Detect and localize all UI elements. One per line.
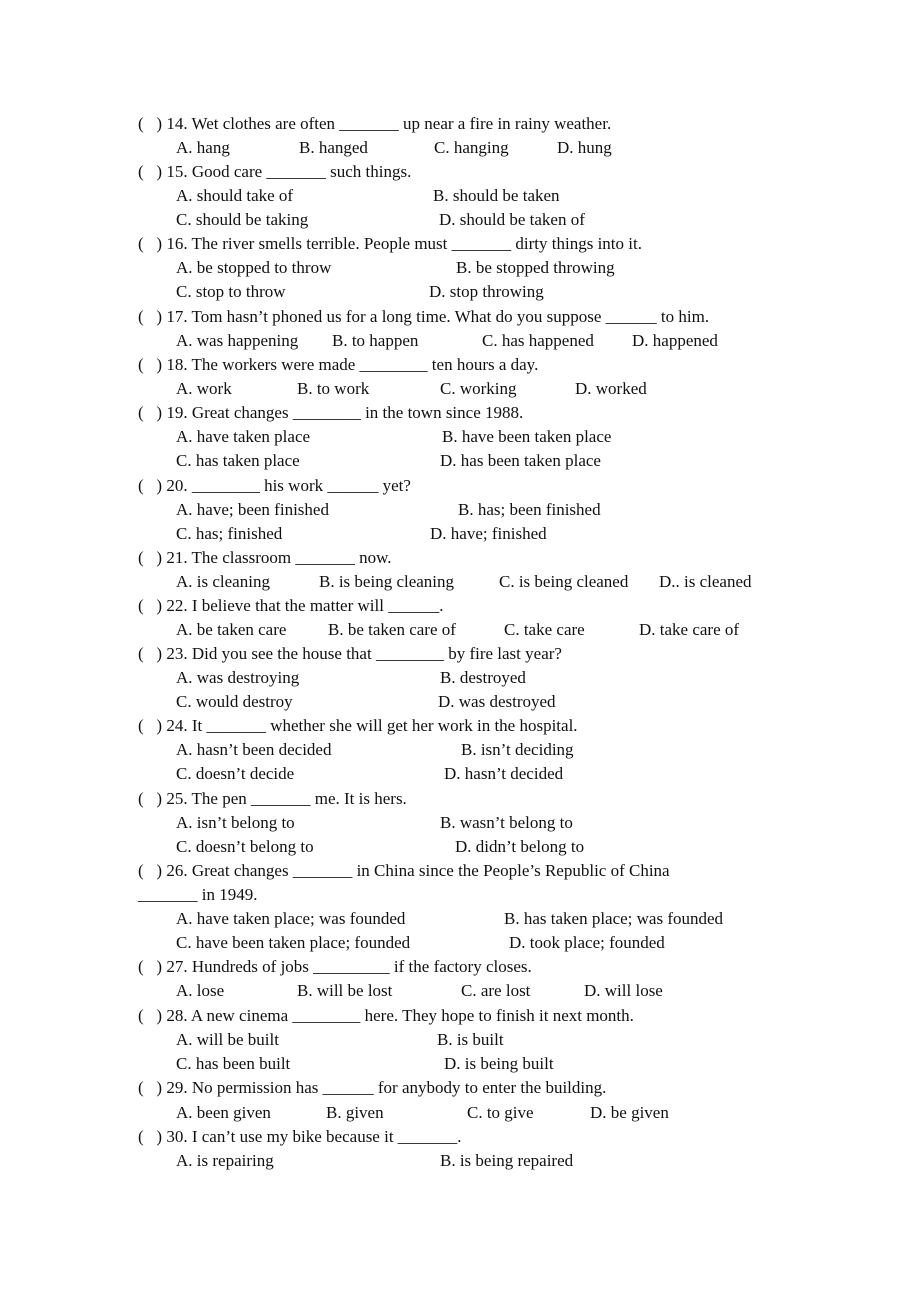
question-15-option-b: B. should be taken (433, 186, 560, 205)
question-15-stem: ( ) 15. Good care _______ such things. (138, 162, 412, 181)
question-24-option-d: D. hasn’t decided (444, 764, 564, 783)
question-17-option-d: D. happened (632, 331, 718, 350)
question-24-option-c: C. doesn’t decide (176, 764, 295, 783)
question-14-stem: ( ) 14. Wet clothes are often _______ up… (138, 114, 612, 133)
question-24-option-b: B. isn’t deciding (461, 740, 574, 759)
question-22-option-b: B. be taken care of (328, 620, 456, 639)
question-18-option-c: C. working (440, 379, 517, 398)
question-18-option-a: A. work (176, 379, 232, 398)
question-18-stem: ( ) 18. The workers were made ________ t… (138, 355, 539, 374)
question-21-option-c: C. is being cleaned (499, 572, 629, 591)
question-22-option-a: A. be taken care (176, 620, 287, 639)
question-25-option-d: D. didn’t belong to (455, 837, 585, 856)
question-26-option-a: A. have taken place; was founded (176, 909, 406, 928)
question-15-option-c: C. should be taking (176, 210, 309, 229)
question-29-option-d: D. be given (590, 1103, 669, 1122)
question-30-option-a: A. is repairing (176, 1151, 274, 1170)
question-16-option-a: A. be stopped to throw (176, 258, 332, 277)
question-15-option-a: A. should take of (176, 186, 294, 205)
question-16-stem: ( ) 16. The river smells terrible. Peopl… (138, 234, 642, 253)
question-20-option-b: B. has; been finished (458, 500, 601, 519)
question-28-option-d: D. is being built (444, 1054, 554, 1073)
question-22-option-d: D. take care of (639, 620, 740, 639)
question-17-option-b: B. to happen (332, 331, 419, 350)
question-16-option-b: B. be stopped throwing (456, 258, 615, 277)
question-27-option-a: A. lose (176, 981, 225, 1000)
question-19-stem: ( ) 19. Great changes ________ in the to… (138, 403, 524, 422)
question-25-stem: ( ) 25. The pen _______ me. It is hers. (138, 789, 407, 808)
question-22-option-c: C. take care (504, 620, 585, 639)
question-25-option-a: A. isn’t belong to (176, 813, 295, 832)
question-18-option-b: B. to work (297, 379, 370, 398)
question-19-option-d: D. has been taken place (440, 451, 601, 470)
question-29-option-a: A. been given (176, 1103, 271, 1122)
question-15-option-d: D. should be taken of (439, 210, 585, 229)
question-21-option-b: B. is being cleaning (319, 572, 455, 591)
question-20-option-c: C. has; finished (176, 524, 283, 543)
question-26-option-d: D. took place; founded (509, 933, 665, 952)
question-30-stem: ( ) 30. I can’t use my bike because it _… (138, 1127, 462, 1146)
question-29-option-b: B. given (326, 1103, 384, 1122)
question-26-option-c: C. have been taken place; founded (176, 933, 411, 952)
question-14-option-a: A. hang (176, 138, 230, 157)
question-26-option-b: B. has taken place; was founded (504, 909, 724, 928)
question-30-option-b: B. is being repaired (440, 1151, 574, 1170)
question-28-stem: ( ) 28. A new cinema ________ here. They… (138, 1006, 634, 1025)
question-29-option-c: C. to give (467, 1103, 534, 1122)
question-17-stem: ( ) 17. Tom hasn’t phoned us for a long … (138, 307, 710, 326)
question-27-stem: ( ) 27. Hundreds of jobs _________ if th… (138, 957, 532, 976)
question-25-option-b: B. wasn’t belong to (440, 813, 573, 832)
question-21-option-d: D.. is cleaned (659, 572, 752, 591)
question-19-option-b: B. have been taken place (442, 427, 612, 446)
question-29-stem: ( ) 29. No permission has ______ for any… (138, 1078, 607, 1097)
question-21-stem: ( ) 21. The classroom _______ now. (138, 548, 392, 567)
question-14-option-c: C. hanging (434, 138, 509, 157)
question-21-option-a: A. is cleaning (176, 572, 270, 591)
question-24-stem: ( ) 24. It _______ whether she will get … (138, 716, 578, 735)
question-22-stem: ( ) 22. I believe that the matter will _… (138, 596, 444, 615)
question-16-option-d: D. stop throwing (429, 282, 544, 301)
question-23-stem: ( ) 23. Did you see the house that _____… (138, 644, 562, 663)
question-27-option-c: C. are lost (461, 981, 531, 1000)
question-16-option-c: C. stop to throw (176, 282, 286, 301)
question-25-option-c: C. doesn’t belong to (176, 837, 314, 856)
question-23-option-c: C. would destroy (176, 692, 293, 711)
question-28-option-b: B. is built (437, 1030, 504, 1049)
question-20-option-d: D. have; finished (430, 524, 547, 543)
question-27-option-d: D. will lose (584, 981, 663, 1000)
question-20-option-a: A. have; been finished (176, 500, 329, 519)
question-18-option-d: D. worked (575, 379, 647, 398)
question-23-option-a: A. was destroying (176, 668, 300, 687)
question-28-option-a: A. will be built (176, 1030, 279, 1049)
question-19-option-a: A. have taken place (176, 427, 311, 446)
question-20-stem: ( ) 20. ________ his work ______ yet? (138, 476, 411, 495)
question-26-stem: ( ) 26. Great changes _______ in China s… (138, 861, 670, 880)
question-23-option-d: D. was destroyed (438, 692, 556, 711)
question-17-option-c: C. has happened (482, 331, 594, 350)
question-24-option-a: A. hasn’t been decided (176, 740, 332, 759)
question-28-option-c: C. has been built (176, 1054, 291, 1073)
question-14-option-d: D. hung (557, 138, 612, 157)
question-23-option-b: B. destroyed (440, 668, 526, 687)
question-14-option-b: B. hanged (299, 138, 368, 157)
question-26-stem-continued: _______ in 1949. (138, 885, 258, 904)
question-27-option-b: B. will be lost (297, 981, 393, 1000)
question-19-option-c: C. has taken place (176, 451, 300, 470)
question-17-option-a: A. was happening (176, 331, 299, 350)
